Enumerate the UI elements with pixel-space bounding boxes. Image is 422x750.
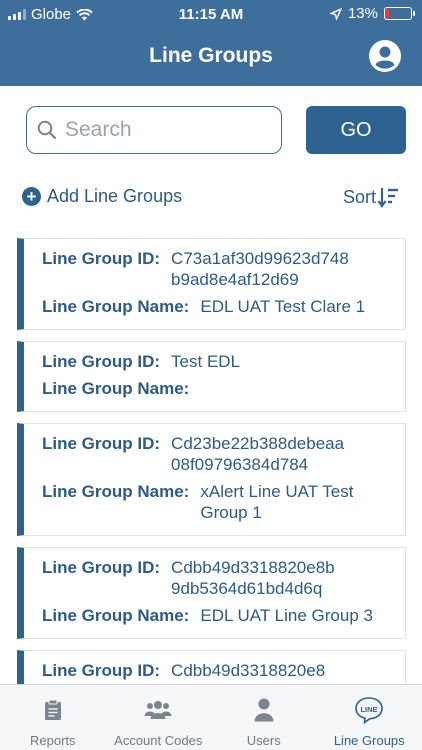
line-group-card[interactable]: Line Group ID: Cdbb49d3318820e8 xyxy=(17,650,406,684)
add-circle-icon: + xyxy=(22,187,41,206)
line-group-id-label: Line Group ID: xyxy=(42,434,161,453)
tab-users[interactable]: Users xyxy=(211,685,317,750)
svg-text:LINE: LINE xyxy=(361,705,378,714)
sort-label: Sort xyxy=(342,186,376,207)
line-group-card[interactable]: Line Group ID: Test EDL Line Group Name: xyxy=(17,341,406,412)
line-group-name-label: Line Group Name: xyxy=(42,379,190,398)
sort-icon xyxy=(378,188,398,208)
line-group-id-value: Cd23be22b388debeaa08f09796384d784 xyxy=(171,434,345,474)
sort-button[interactable]: Sort xyxy=(343,186,400,208)
tab-users-label: Users xyxy=(246,733,281,748)
tab-line-groups-label: Line Groups xyxy=(333,733,405,748)
clipboard-icon xyxy=(44,699,61,720)
profile-icon[interactable] xyxy=(369,40,401,72)
user-icon xyxy=(254,698,274,722)
line-group-id-value: C73a1af30d99623d748b9ad8e4af12d69 xyxy=(171,249,349,289)
line-group-name-value: EDL UAT Test Clare 1 xyxy=(200,297,366,316)
line-group-id-label: Line Group ID: xyxy=(42,558,161,577)
go-button[interactable]: GO xyxy=(306,106,406,154)
battery-icon xyxy=(384,7,415,20)
page-title: Line Groups xyxy=(149,44,273,67)
line-group-name-label: Line Group Name: xyxy=(42,606,190,625)
line-group-id-value: Cdbb49d3318820e8 xyxy=(171,661,326,680)
line-group-id-value: Test EDL xyxy=(171,352,241,371)
add-line-groups-button[interactable]: + Add Line Groups xyxy=(22,186,182,207)
tab-account-codes[interactable]: Account Codes xyxy=(106,685,212,750)
line-group-name-value: xAlert Line UAT Test Group 1 xyxy=(200,482,354,522)
tab-reports[interactable]: Reports xyxy=(0,685,106,750)
search-box[interactable] xyxy=(26,106,282,154)
line-group-id-label: Line Group ID: xyxy=(42,352,161,371)
line-group-card[interactable]: Line Group ID: Cd23be22b388debeaa08f09796… xyxy=(17,423,406,536)
line-group-name-label: Line Group Name: xyxy=(42,482,190,501)
tab-bar: Reports Account Codes Users LINE Line Gr… xyxy=(0,684,422,750)
line-group-id-value: Cdbb49d3318820e8b9db5364d61bd4d6q xyxy=(171,558,335,598)
status-bar: Globe 11:15 AM 13% xyxy=(0,0,422,28)
line-group-list[interactable]: Line Group ID: C73a1af30d99623d748b9ad8e4… xyxy=(17,238,406,684)
line-group-card[interactable]: Line Group ID: Cdbb49d3318820e8b9db5364d6… xyxy=(17,547,406,639)
group-icon xyxy=(144,701,172,719)
app-header: Globe 11:15 AM 13% Line Groups xyxy=(0,0,422,86)
location-icon xyxy=(329,7,342,20)
line-group-card[interactable]: Line Group ID: C73a1af30d99623d748b9ad8e4… xyxy=(17,238,406,330)
tab-reports-label: Reports xyxy=(29,733,76,748)
battery-percent: 13% xyxy=(347,5,378,22)
line-icon: LINE xyxy=(355,697,384,724)
tab-account-codes-label: Account Codes xyxy=(114,733,203,748)
tab-line-groups[interactable]: LINE Line Groups xyxy=(317,685,422,750)
add-line-groups-label: Add Line Groups xyxy=(47,186,183,206)
line-group-name-label: Line Group Name: xyxy=(42,297,190,316)
line-group-name-value: EDL UAT Line Group 3 xyxy=(200,606,373,625)
line-group-id-label: Line Group ID: xyxy=(42,249,161,268)
search-input[interactable] xyxy=(65,118,265,142)
search-icon xyxy=(37,120,57,140)
line-group-id-label: Line Group ID: xyxy=(42,661,161,680)
